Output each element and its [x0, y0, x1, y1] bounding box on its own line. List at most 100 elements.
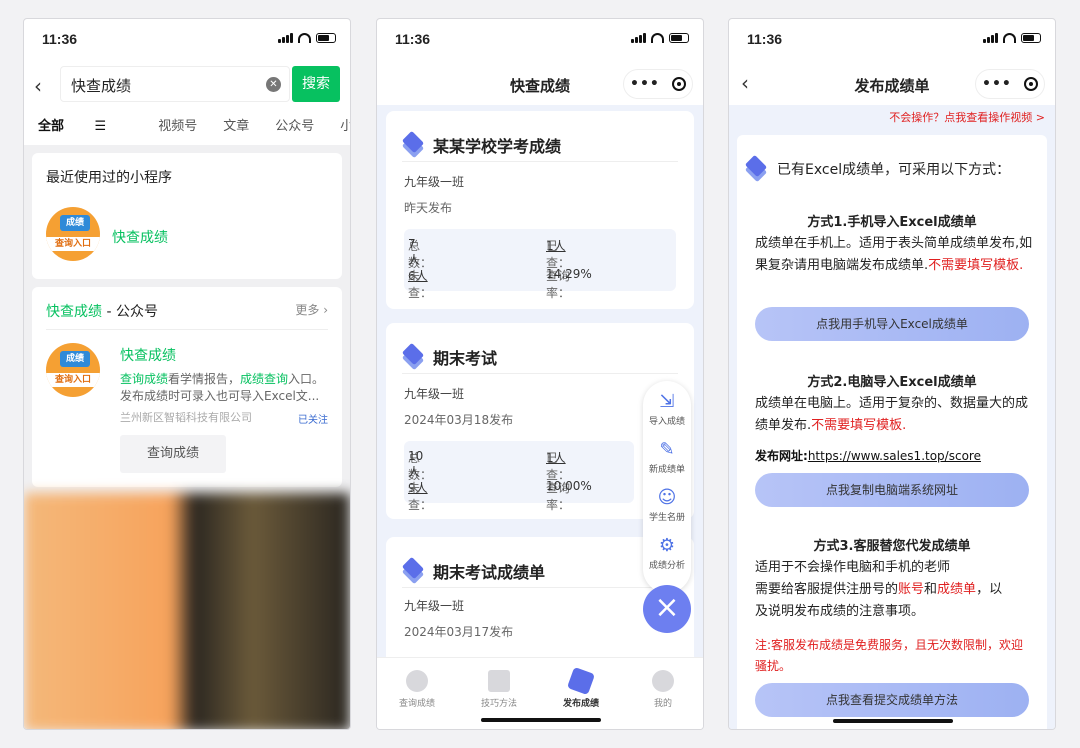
exam-card[interactable]: 某某学校学考成绩 九年级一班 昨天发布 总数： 7人 已查： 1人 未查： 6人 查询… [386, 111, 694, 309]
app-name[interactable]: 快查成绩 [112, 227, 168, 247]
more-link[interactable]: 更多 › [295, 301, 328, 318]
close-miniprogram-icon[interactable] [1023, 77, 1038, 91]
mobile-import-button[interactable]: 点我用手机导入Excel成绩单 [755, 307, 1029, 341]
layers-icon [401, 130, 425, 159]
bottom-tab-bar: 查询成绩 技巧方法 发布成绩 我的 [377, 657, 703, 729]
tab-articles[interactable]: 文章 [223, 115, 249, 134]
method-text: ，以 [976, 582, 1003, 597]
battery-icon [1021, 33, 1041, 43]
help-video-link[interactable]: 不会操作？点我查看操作视频 > [889, 109, 1045, 125]
wifi-icon [651, 33, 664, 43]
exam-class: 九年级一班 [404, 387, 465, 401]
excel-import-icon: ⇲ [659, 391, 675, 412]
search-bar: ‹ 快查成绩 ✕ 搜索 [34, 66, 340, 102]
stat-label: 未查： [408, 481, 433, 512]
stat-unviewed: 未查： 9人 [408, 479, 432, 512]
battery-icon [316, 33, 336, 43]
exam-stats: 总数： 7人 已查： 1人 未查： 6人 查询率： 14.29% [404, 229, 676, 300]
method-2-title: 方式2.电脑导入Excel成绩单 [807, 375, 977, 390]
account-suffix: - 公众号 [102, 304, 158, 320]
tab-official-accounts[interactable]: 公众号 [275, 115, 314, 134]
status-time: 11:36 [395, 31, 431, 47]
tab-label: 我的 [653, 699, 672, 709]
action-label: 导入成绩 [648, 417, 685, 427]
method-2-text: 成绩单在电脑上。适用于复杂的、数据量大的成绩单发布.不需要填写模板. [755, 393, 1033, 437]
back-icon[interactable]: ‹ [34, 74, 42, 98]
menu-capsule: ••• [975, 69, 1045, 99]
desc-text: 入口。 [288, 372, 325, 386]
rocket-icon [566, 666, 596, 696]
close-menu-button[interactable]: × [643, 585, 691, 633]
exam-date: 昨天发布 [404, 201, 453, 215]
book-icon [488, 670, 510, 692]
service-note: 注:客服发布成绩是免费服务，且无次数限制，欢迎骚扰。 [755, 638, 1024, 673]
search-input-value: 快查成绩 [71, 77, 132, 95]
exam-class: 九年级一班 [404, 599, 465, 613]
status-time: 11:36 [747, 31, 783, 47]
status-time: 11:36 [42, 31, 78, 47]
nav-bar: 快查成绩 ••• [377, 67, 703, 103]
method-3-text: 适用于不会操作电脑和手机的老师 需要给客服提供注册号的账号和成绩单，以 及说明发… [755, 557, 1033, 623]
more-label: 更多 [295, 303, 320, 317]
tab-tips[interactable]: 技巧方法 [469, 670, 529, 709]
search-input[interactable]: 快查成绩 ✕ [60, 66, 290, 102]
tab-me[interactable]: 我的 [633, 670, 693, 709]
exam-date: 2024年03月18发布 [404, 413, 514, 427]
student-roster-action[interactable]: ☺ 学生名册 [643, 487, 691, 523]
status-icons [631, 33, 689, 43]
menu-capsule: ••• [623, 69, 693, 99]
follow-status: 已关注 [298, 415, 328, 426]
method-text: 适用于不会操作电脑和手机的老师 [755, 560, 951, 575]
edit-icon: ✎ [659, 439, 675, 460]
tab-publish-scores[interactable]: 发布成绩 [551, 666, 611, 709]
logo-tag: 成绩 [60, 351, 90, 367]
exam-title: 某某学校学考成绩 [433, 137, 562, 156]
nav-bar: ‹ 发布成绩单 ••• [729, 67, 1055, 103]
method-1-text: 成绩单在手机上。适用于表头简单成绩单发布,如果复杂请用电脑端发布成绩单.不需要填… [755, 233, 1033, 277]
filter-icon[interactable]: ☰ [95, 119, 107, 134]
layers-icon [401, 556, 425, 585]
tab-all[interactable]: 全部 ☰ [38, 115, 132, 134]
home-indicator [481, 718, 601, 722]
logo-tag: 成绩 [60, 215, 90, 231]
search-button[interactable]: 搜索 [292, 66, 340, 102]
wifi-icon [298, 33, 311, 43]
method-1-title: 方式1.手机导入Excel成绩单 [807, 215, 977, 230]
divider [46, 329, 328, 330]
divider [402, 161, 678, 162]
publish-url: 发布网址:https://www.sales1.top/score [755, 447, 981, 464]
url-link[interactable]: https://www.sales1.top/score [808, 449, 981, 463]
account-logo[interactable]: 成绩 查询入口 [46, 343, 100, 397]
desc-highlight: 成绩查询 [240, 372, 289, 386]
tab-label: 查询成绩 [398, 699, 435, 709]
more-icon[interactable]: ••• [630, 76, 660, 92]
action-menu: ⇲ 导入成绩 ✎ 新成绩单 ☺ 学生名册 ⚙ 成绩分析 [643, 381, 691, 593]
service-button[interactable]: 查询成绩 [120, 435, 226, 473]
copy-url-button[interactable]: 点我复制电脑端系统网址 [755, 473, 1029, 507]
desc-text: 看学情报告， [168, 372, 241, 386]
method-highlight: 成绩单 [937, 582, 977, 597]
chevron-right-icon: › [323, 303, 328, 317]
tab-channels[interactable]: 视频号 [158, 115, 197, 134]
tab-query-scores[interactable]: 查询成绩 [387, 670, 447, 709]
new-score-sheet-action[interactable]: ✎ 新成绩单 [643, 439, 691, 475]
intro-text: 已有Excel成绩单，可采用以下方式： [777, 162, 1011, 178]
submission-method-button[interactable]: 点我查看提交成绩单方法 [755, 683, 1029, 717]
url-label: 发布网址: [755, 449, 808, 463]
tab-mini-programs[interactable]: 小程序 [340, 115, 350, 134]
score-analysis-action[interactable]: ⚙ 成绩分析 [643, 535, 691, 571]
exam-stats: 总数： 10人 已查： 1人 未查： 9人 查询率： 10.00% [404, 441, 634, 512]
account-header: 快查成绩 - 公众号 [46, 301, 158, 321]
tab-label: 发布成绩 [562, 699, 599, 709]
close-miniprogram-icon[interactable] [671, 77, 686, 91]
status-icons [983, 33, 1041, 43]
tab-label: 技巧方法 [480, 699, 517, 709]
status-bar: 11:36 [24, 19, 350, 61]
phone-home-screen: 11:36 快查成绩 ••• 某某学校学考成绩 九年级一班 昨天发布 总数： 7人… [376, 18, 704, 730]
clear-icon[interactable]: ✕ [266, 77, 281, 92]
account-title[interactable]: 快查成绩 [120, 345, 176, 365]
more-icon[interactable]: ••• [982, 76, 1012, 92]
stat-value: 10.00% [546, 479, 592, 493]
import-scores-action[interactable]: ⇲ 导入成绩 [643, 391, 691, 427]
app-logo[interactable]: 成绩 查询入口 [46, 207, 100, 261]
